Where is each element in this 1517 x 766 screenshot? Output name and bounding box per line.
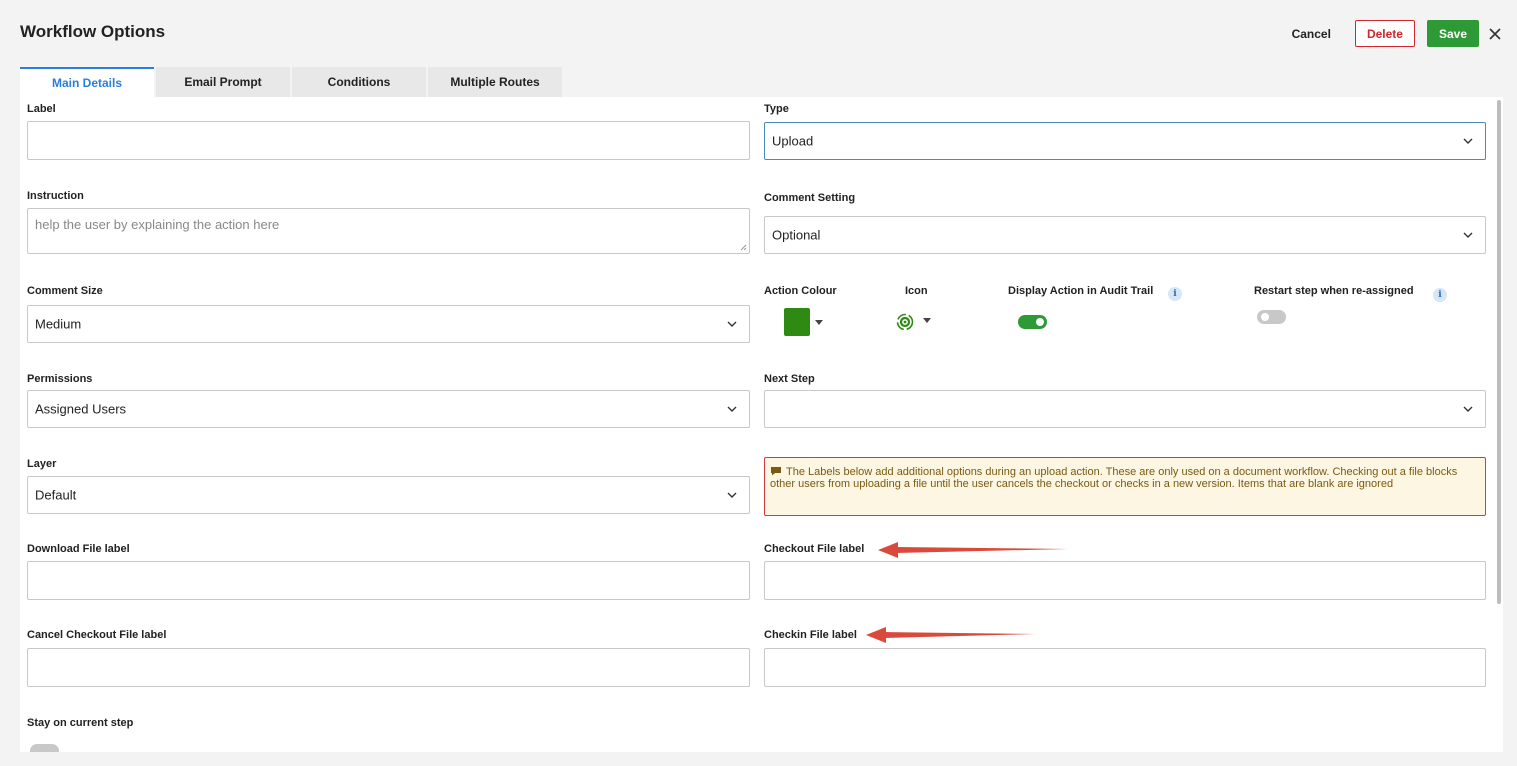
comment-icon [771,467,781,476]
action-colour-label: Action Colour [764,285,837,297]
permissions-select[interactable]: Assigned Users [27,390,750,428]
tab-multiple-routes[interactable]: Multiple Routes [428,67,562,97]
download-label-input[interactable] [27,561,750,600]
chevron-down-icon [727,406,737,412]
action-colour-swatch[interactable] [784,308,810,336]
type-field-label: Type [764,103,789,115]
cancel-checkout-label-label: Cancel Checkout File label [27,629,167,641]
toggle-knob [1036,318,1044,326]
comment-size-value: Medium [35,316,82,332]
annotation-arrow [878,542,1068,558]
comment-setting-select[interactable]: Optional [764,216,1486,254]
cancel-button[interactable]: Cancel [1292,27,1331,41]
restart-step-toggle[interactable] [1257,310,1286,324]
icon-label: Icon [905,285,928,297]
comment-setting-label: Comment Setting [764,192,856,204]
dialog-actions: Cancel Delete Save [1292,20,1503,47]
type-select[interactable]: Upload [764,122,1486,160]
panel-scrollbar[interactable] [1497,100,1501,604]
resize-handle-icon[interactable] [740,244,747,251]
layer-value: Default [35,487,77,503]
checkin-label-input[interactable] [764,648,1486,687]
instruction-field-label: Instruction [27,190,84,202]
close-icon[interactable] [1487,26,1503,42]
next-step-label: Next Step [764,373,815,385]
tab-email-prompt[interactable]: Email Prompt [156,67,290,97]
stay-on-step-toggle[interactable] [30,744,59,752]
notice-text: The Labels below add additional options … [770,466,1458,490]
restart-step-label: Restart step when re-assigned [1254,285,1414,297]
checkout-label-input[interactable] [764,561,1486,600]
layer-label: Layer [27,458,57,470]
workflow-options-dialog: Workflow Options Cancel Delete Save Main… [0,0,1517,766]
type-select-value: Upload [772,133,814,149]
next-step-select[interactable] [764,390,1486,428]
dialog-title: Workflow Options [20,22,166,41]
tab-conditions[interactable]: Conditions [292,67,426,97]
toggle-knob [1261,313,1269,321]
chevron-down-icon [727,492,737,498]
download-label-label: Download File label [27,543,130,555]
comment-size-label: Comment Size [27,285,103,297]
chevron-down-icon [1463,232,1473,238]
gear-sync-icon[interactable] [895,312,915,332]
caret-down-icon[interactable] [923,318,931,323]
layer-select[interactable]: Default [27,476,750,514]
display-audit-label: Display Action in Audit Trail [1008,285,1154,297]
cancel-checkout-label-input[interactable] [27,648,750,687]
annotation-arrow [866,627,1036,643]
info-icon[interactable]: i [1433,288,1447,302]
delete-button[interactable]: Delete [1354,20,1415,47]
upload-labels-notice: The Labels below add additional options … [764,457,1486,516]
instruction-placeholder: help the user by explaining the action h… [35,217,280,232]
info-icon[interactable]: i [1168,287,1182,301]
permissions-label: Permissions [27,373,93,385]
tab-bar: Main Details Email Prompt Conditions Mul… [20,67,564,97]
label-field-label: Label [27,103,56,115]
permissions-value: Assigned Users [35,401,127,417]
chevron-down-icon [1463,138,1473,144]
label-input[interactable] [27,121,750,160]
display-audit-toggle[interactable] [1018,315,1047,329]
chevron-down-icon [727,321,737,327]
checkin-label-label: Checkin File label [764,629,857,641]
comment-size-select[interactable]: Medium [27,305,750,343]
stay-on-step-label: Stay on current step [27,717,134,729]
tab-main-details[interactable]: Main Details [20,67,154,97]
comment-setting-value: Optional [772,227,821,243]
checkout-label-label: Checkout File label [764,543,865,555]
caret-down-icon[interactable] [815,320,823,325]
save-button[interactable]: Save [1426,20,1479,47]
instruction-textarea[interactable]: help the user by explaining the action h… [27,208,750,254]
chevron-down-icon [1463,406,1473,412]
